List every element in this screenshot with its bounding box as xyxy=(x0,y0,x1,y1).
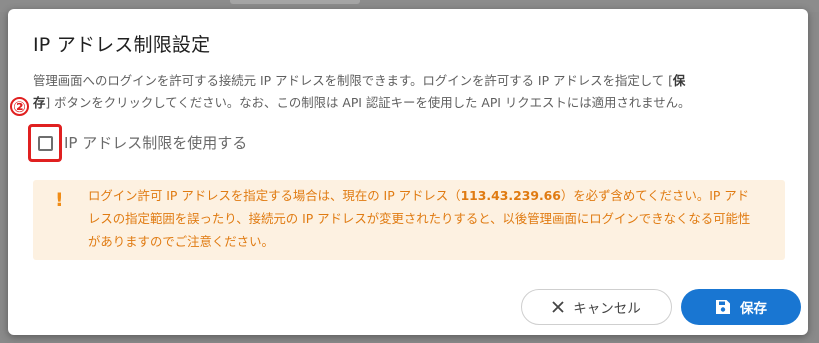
dialog-title: IP アドレス制限設定 xyxy=(33,34,211,56)
background-element xyxy=(230,0,360,4)
cancel-button-label: キャンセル xyxy=(573,301,641,317)
save-button[interactable]: 保存 xyxy=(681,289,801,325)
warning-box: ! ログイン許可 IP アドレスを指定する場合は、現在の IP アドレス（113… xyxy=(33,180,785,260)
current-ip-address: 113.43.239.66 xyxy=(460,188,561,203)
step-number-marker: ② xyxy=(10,97,29,116)
checkbox-label[interactable]: IP アドレス制限を使用する xyxy=(64,132,247,153)
exclamation-icon: ! xyxy=(55,189,64,211)
ip-restriction-dialog: IP アドレス制限設定 管理画面へのログインを許可する接続元 IP アドレスを制… xyxy=(8,9,808,335)
checkbox-highlight-frame xyxy=(28,124,62,162)
save-button-label: 保存 xyxy=(740,301,767,317)
ip-restriction-checkbox[interactable] xyxy=(37,135,53,151)
cancel-button[interactable]: キャンセル xyxy=(521,289,672,325)
close-icon xyxy=(552,301,564,313)
dialog-description: 管理画面へのログインを許可する接続元 IP アドレスを制限できます。ログインを許… xyxy=(33,73,691,110)
warning-text: ログイン許可 IP アドレスを指定する場合は、現在の IP アドレス（113.4… xyxy=(88,188,751,249)
save-icon xyxy=(715,299,731,315)
